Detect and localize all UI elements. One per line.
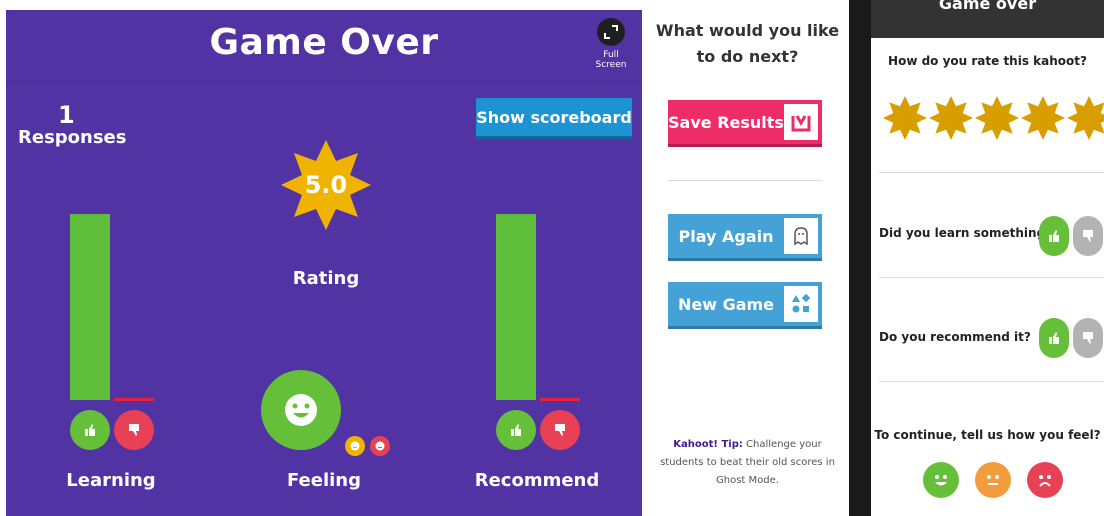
neutral-face-icon [987, 475, 999, 485]
feedback-header-title: Game over [938, 0, 1037, 13]
top-bar: Game Over Full Screen [6, 10, 642, 81]
feeling-sad-circle [370, 436, 390, 456]
recommend-thumbs-up [496, 410, 536, 450]
responses-label: Responses [18, 127, 127, 148]
feeling-neutral-circle [345, 436, 365, 456]
feeling-happy-circle [261, 370, 341, 450]
star-5-icon[interactable] [1067, 96, 1104, 140]
learning-yes-bar [70, 214, 110, 400]
recommend-no-bar [540, 398, 580, 401]
responses-count: 1 [58, 101, 75, 129]
play-again-label: Play Again [678, 226, 774, 246]
next-question: What would you like to do next? [646, 18, 849, 70]
learning-no-bar [114, 398, 154, 401]
learn-thumbs-down-button[interactable] [1073, 216, 1103, 256]
fullscreen-label: Full Screen [595, 50, 627, 70]
next-question-line1: What would you like [655, 21, 840, 40]
kahoot-tip: Kahoot! Tip: Challenge your students to … [656, 436, 839, 490]
host-summary-panel: Game Over Full Screen 1 Responses Show s… [0, 0, 645, 516]
feel-neutral-button[interactable] [975, 462, 1011, 498]
learn-thumbs-up-button[interactable] [1039, 216, 1069, 256]
player-feedback-panel: Game over How do you rate this kahoot? D… [871, 0, 1104, 516]
happy-face-icon [935, 475, 947, 486]
neutral-face-icon [350, 441, 360, 451]
star-1-icon[interactable] [883, 96, 927, 140]
recommend-thumbs-up-button[interactable] [1039, 318, 1069, 358]
feeling-label: Feeling [286, 470, 362, 491]
page-title: Game Over [209, 22, 439, 63]
divider [668, 180, 822, 181]
thumbs-down-icon [1083, 230, 1093, 242]
divider [879, 381, 1104, 382]
rating-stars [883, 96, 1104, 144]
new-game-label: New Game [677, 294, 775, 314]
panel-separator [849, 0, 871, 516]
recommend-thumbs-down [540, 410, 580, 450]
thumbs-down-icon [555, 424, 565, 436]
thumbs-down-icon [129, 424, 139, 436]
thumbs-down-icon [1083, 332, 1093, 344]
feel-question: To continue, tell us how you feel? [874, 428, 1101, 442]
tip-label: Kahoot! Tip: [673, 439, 743, 450]
happy-face-icon [285, 394, 317, 426]
fullscreen-button[interactable]: Full Screen [588, 18, 634, 70]
star-3-icon[interactable] [975, 96, 1019, 140]
shapes-icon [784, 286, 818, 322]
next-action-panel: What would you like to do next? Save Res… [646, 0, 849, 516]
thumbs-up-icon [511, 424, 521, 436]
recommend-question: Do you recommend it? [879, 330, 1031, 344]
feel-happy-button[interactable] [923, 462, 959, 498]
rating-value: 5.0 [304, 171, 348, 199]
learn-question: Did you learn something? [879, 226, 1053, 240]
divider [879, 172, 1104, 173]
next-question-line2: to do next? [696, 47, 799, 66]
learning-thumbs-down [114, 410, 154, 450]
learning-thumbs-up [70, 410, 110, 450]
recommend-label: Recommend [474, 470, 600, 491]
recommend-yes-bar [496, 214, 536, 400]
rating-star: 5.0 [281, 140, 371, 230]
fullscreen-icon [597, 18, 625, 46]
download-icon [784, 104, 818, 140]
thumbs-up-icon [85, 424, 95, 436]
new-game-button[interactable]: New Game [668, 282, 822, 326]
learning-label: Learning [66, 470, 156, 491]
thumbs-up-icon [1049, 332, 1059, 344]
divider [879, 277, 1104, 278]
star-4-icon[interactable] [1021, 96, 1065, 140]
play-again-button[interactable]: Play Again [668, 214, 822, 258]
rate-question: How do you rate this kahoot? [888, 54, 1087, 68]
show-scoreboard-button[interactable]: Show scoreboard [476, 98, 632, 136]
recommend-thumbs-down-button[interactable] [1073, 318, 1103, 358]
sad-face-icon [375, 441, 385, 451]
save-results-label: Save Results [668, 112, 784, 132]
thumbs-up-icon [1049, 230, 1059, 242]
feel-sad-button[interactable] [1027, 462, 1063, 498]
sad-face-icon [1039, 475, 1051, 487]
save-results-button[interactable]: Save Results [668, 100, 822, 144]
summary-background: Game Over Full Screen 1 Responses Show s… [6, 10, 642, 516]
rating-label: Rating [292, 268, 360, 289]
responses-block: 1 Responses [18, 102, 126, 148]
ghost-icon [784, 218, 818, 254]
star-2-icon[interactable] [929, 96, 973, 140]
feedback-header: Game over [871, 0, 1104, 38]
